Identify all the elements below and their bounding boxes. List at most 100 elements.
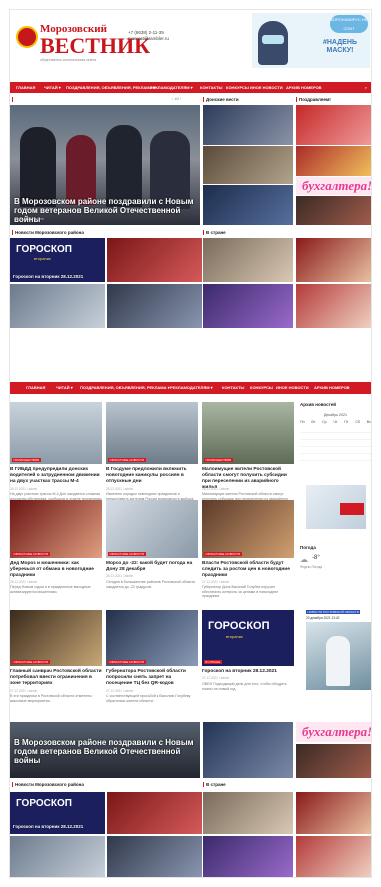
nav-greetings[interactable]: ПОЗДРАВЛЕНИЯ, ОБЪЯВЛЕНИЯ, РЕКЛАМА ▾ xyxy=(66,85,156,90)
section-bar-icon xyxy=(296,97,297,102)
header-email[interactable]: morvest@rambler.ru xyxy=(128,36,169,42)
donskie-image-repeat[interactable] xyxy=(203,722,293,778)
card-9-text: ОВЕН Подходящий день для того, чтобы обс… xyxy=(202,682,287,691)
card-5-image[interactable] xyxy=(106,500,198,558)
hero-caption-repeat[interactable]: В Морозовском районе поздравили с Новым … xyxy=(14,738,194,765)
weekday: Вт xyxy=(311,420,316,424)
regional-image-3[interactable] xyxy=(10,284,105,328)
card-7-image[interactable] xyxy=(10,610,102,666)
nav-advertisers-2[interactable]: РЕКЛАМОДАТЕЛЯМ ▾ xyxy=(170,385,213,390)
main-nav: ГЛАВНАЯ ЧИТАЙ ▾ ПОЗДРАВЛЕНИЯ, ОБЪЯВЛЕНИЯ… xyxy=(10,82,371,93)
country-image-1[interactable] xyxy=(203,238,293,282)
country-image-4[interactable] xyxy=(296,284,371,328)
sidebar-banner[interactable] xyxy=(306,485,366,529)
card-4-tag[interactable]: ОБЛАСТНЫЕ НОВОСТИ xyxy=(12,552,50,556)
nav-read[interactable]: ЧИТАЙ ▾ xyxy=(44,85,61,90)
regional-image-2-repeat[interactable] xyxy=(107,792,202,834)
card-5-title[interactable]: Мороз до -22: какой будет погода на Дону… xyxy=(106,561,198,573)
card-1-tag[interactable]: ПРОИСШЕСТВИЯ xyxy=(12,458,41,462)
mask-banner[interactable]: КОРОНАВИРУС НЕ СПИТ #НАДЕНЬ МАСКУ! xyxy=(252,13,370,68)
card-4-image[interactable] xyxy=(10,500,102,558)
card-8-title[interactable]: Губернатора Ростовской области попросили… xyxy=(106,669,198,687)
calendar-weekdays: Пн Вт Ср Чт Пт Сб Вс xyxy=(300,420,371,424)
donskie-image-1[interactable] xyxy=(203,105,293,145)
card-9-image[interactable]: ГОРОСКОП втораник xyxy=(202,610,294,666)
weekday: Пт xyxy=(344,420,349,424)
regional-image-4[interactable] xyxy=(107,284,202,328)
card-4-title[interactable]: Дед Мороз и мошенники: как уберечься от … xyxy=(10,561,102,579)
regional-image-2[interactable] xyxy=(107,238,202,282)
regional-image-4-repeat[interactable] xyxy=(107,836,202,877)
site-header: Морозовский ВЕСТНИК общественно-политиче… xyxy=(10,10,371,72)
search-icon[interactable]: ⌕ xyxy=(365,85,367,90)
nav-home[interactable]: ГЛАВНАЯ xyxy=(16,85,35,90)
card-6-image[interactable] xyxy=(202,500,294,558)
card-6-title[interactable]: Власти Ростовской области будут следить … xyxy=(202,561,294,579)
card-2-title[interactable]: В Госдуме предложили включить новогодние… xyxy=(106,467,198,485)
horoscope-subtitle: втораник xyxy=(34,256,51,261)
covid-worker-figure xyxy=(326,636,350,686)
card-7-text: В эти праздники в Ростовской области отм… xyxy=(10,694,92,703)
card-7-tag[interactable]: ОБЛАСТНЫЕ НОВОСТИ xyxy=(12,660,50,664)
card-8-tag[interactable]: ОБЛАСТНЫЕ НОВОСТИ xyxy=(108,660,146,664)
nav-home-2[interactable]: ГЛАВНАЯ xyxy=(26,385,45,390)
nav-other-news[interactable]: ИНОЕ НОВОСТИ xyxy=(250,85,283,90)
card-7-title[interactable]: Главный санврач Ростовской области потре… xyxy=(10,669,102,687)
card-3-tag[interactable]: ПРОИСШЕСТВИЯ xyxy=(204,458,233,462)
covid-tag[interactable]: НОВОСТИ РОСТОВСКОЙ ОБЛАСТИ xyxy=(306,610,361,614)
card-6-tag[interactable]: ОБЛАСТНЫЕ НОВОСТИ xyxy=(204,552,242,556)
horoscope-title-repeat: ГОРОСКОП xyxy=(16,798,72,809)
country-image-2-repeat[interactable] xyxy=(296,792,371,834)
country-image-3[interactable] xyxy=(203,284,293,328)
cloud-icon: ☁ xyxy=(300,555,308,564)
card-9-tag[interactable]: В СТРАНЕ xyxy=(204,660,222,664)
congrats-image-2[interactable] xyxy=(296,146,371,176)
covid-image[interactable] xyxy=(306,622,371,690)
accountant-banner-repeat[interactable]: бухгалтера! xyxy=(296,722,371,742)
country-image-4-repeat[interactable] xyxy=(296,836,371,877)
nav-advertisers[interactable]: РЕКЛАМОДАТЕЛЯМ ▾ xyxy=(150,85,193,90)
hero-image[interactable]: В Морозовском районе поздравили с Новым … xyxy=(10,105,200,225)
country-image-1-repeat[interactable] xyxy=(203,792,293,834)
nav-read-2[interactable]: ЧИТАЙ ▾ xyxy=(56,385,73,390)
card-2-image[interactable] xyxy=(106,402,198,464)
hero-image-repeat[interactable]: В Морозовском районе поздравили с Новым … xyxy=(10,722,200,778)
site-logo[interactable]: Морозовский ВЕСТНИК общественно-политиче… xyxy=(16,16,150,62)
nav-contests[interactable]: КОНКУРСЫ xyxy=(226,85,249,90)
accountant-banner[interactable]: бухгалтера! xyxy=(296,177,371,195)
card-2-tag[interactable]: ОБЛАСТНЫЕ НОВОСТИ xyxy=(108,458,146,462)
congrats-image-3[interactable] xyxy=(296,196,371,225)
horoscope-card[interactable]: ГОРОСКОП втораник Гороскоп на вторник 28… xyxy=(10,238,105,282)
card-1-title[interactable]: В ГИБДД предупредили донских водителей о… xyxy=(10,467,102,485)
banner-stamp: КОРОНАВИРУС НЕ СПИТ xyxy=(330,15,368,33)
card-4-date: 28.12.2021 / admin xyxy=(10,580,38,584)
regional-image-3-repeat[interactable] xyxy=(10,836,105,877)
top-pager[interactable]: ‹ 1/2 › xyxy=(172,97,181,101)
nav-greetings-2[interactable]: ПОЗДРАВЛЕНИЯ, ОБЪЯВЛЕНИЯ, РЕКЛАМА ▾ xyxy=(80,385,170,390)
nav-archive[interactable]: АРХИВ НОМЕРОВ xyxy=(286,85,322,90)
calendar-days-grid[interactable] xyxy=(300,426,371,464)
hero-person-3 xyxy=(106,125,142,207)
congrats-image-1[interactable] xyxy=(296,105,371,145)
nav-other-news-2[interactable]: ИНОЕ НОВОСТИ xyxy=(276,385,309,390)
country-image-2[interactable] xyxy=(296,238,371,282)
nav-contacts[interactable]: КОНТАКТЫ xyxy=(200,85,222,90)
congrats-section-title: Поздравляем! xyxy=(296,97,331,102)
card-8-image[interactable] xyxy=(106,610,198,666)
banner-slogan: #НАДЕНЬ МАСКУ! xyxy=(322,39,357,54)
horoscope-card-repeat[interactable]: ГОРОСКОП Гороскоп на вторник 28.12.2021 xyxy=(10,792,105,834)
weather-source[interactable]: Яндекс.Погода xyxy=(300,565,322,569)
card-9-title[interactable]: Гороскоп на вторник 28.12.2021 xyxy=(202,669,294,675)
nav-contacts-2[interactable]: КОНТАКТЫ xyxy=(222,385,244,390)
card-3-image[interactable] xyxy=(202,402,294,464)
nav-archive-2[interactable]: АРХИВ НОМЕРОВ xyxy=(314,385,350,390)
card-1-image[interactable] xyxy=(10,402,102,464)
congrats-image-repeat[interactable] xyxy=(296,744,371,778)
weekday: Чт xyxy=(333,420,338,424)
card-5-tag[interactable]: ОБЛАСТНЫЕ НОВОСТИ xyxy=(108,552,146,556)
hero-person-2 xyxy=(66,135,96,205)
country-image-3-repeat[interactable] xyxy=(203,836,293,877)
donskie-image-3[interactable] xyxy=(203,185,293,225)
nav-contests-2[interactable]: КОНКУРСЫ xyxy=(250,385,273,390)
donskie-image-2[interactable] xyxy=(203,146,293,184)
